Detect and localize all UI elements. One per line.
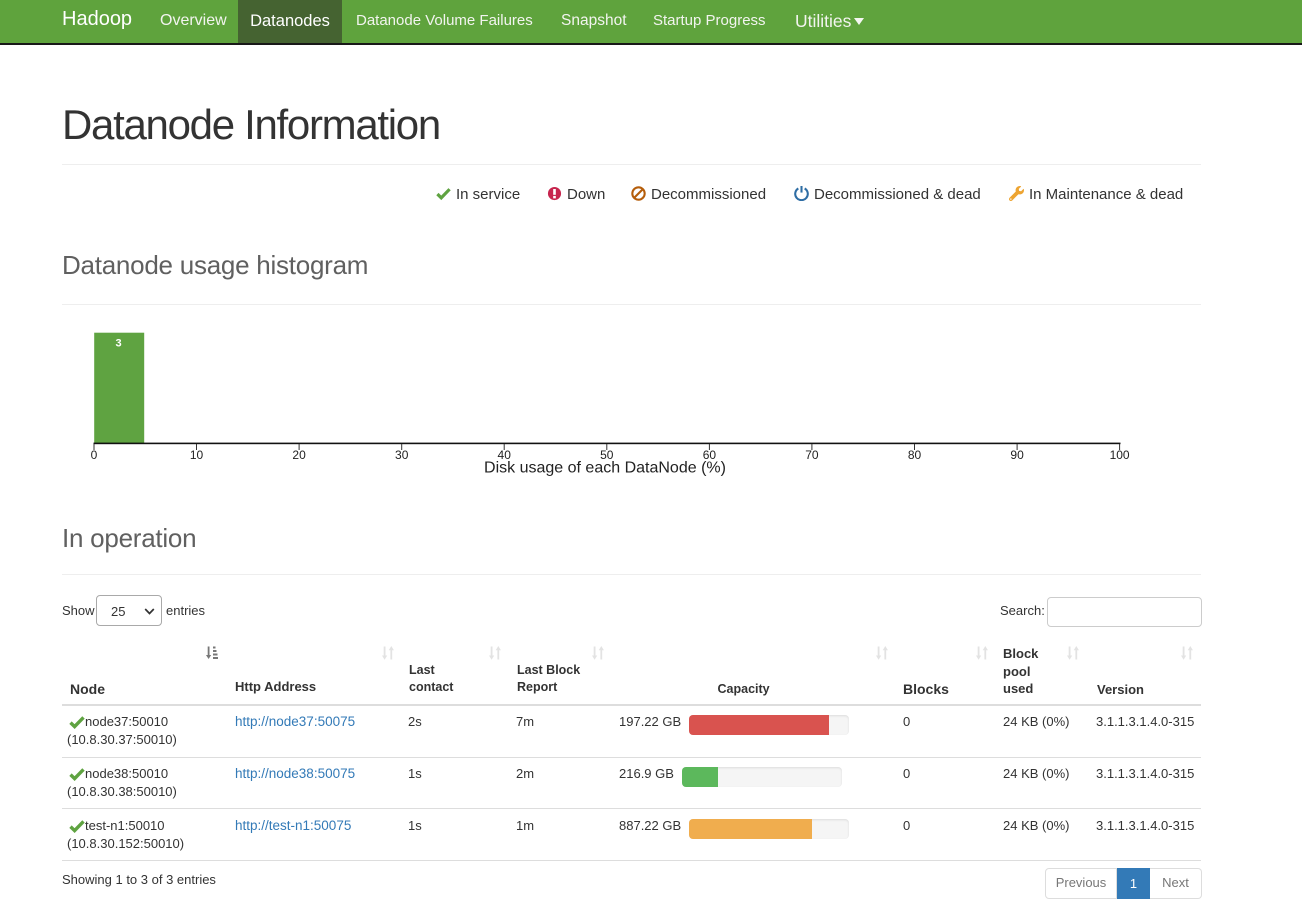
svg-text:90: 90: [1010, 448, 1024, 462]
svg-text:20: 20: [292, 448, 306, 462]
svg-text:3: 3: [115, 338, 121, 350]
svg-text:10: 10: [190, 448, 204, 462]
svg-text:70: 70: [805, 448, 819, 462]
svg-text:80: 80: [908, 448, 922, 462]
svg-text:0: 0: [91, 448, 98, 462]
svg-text:30: 30: [395, 448, 409, 462]
svg-text:100: 100: [1110, 448, 1130, 462]
svg-text:Disk usage of each DataNode (%: Disk usage of each DataNode (%): [484, 460, 726, 477]
